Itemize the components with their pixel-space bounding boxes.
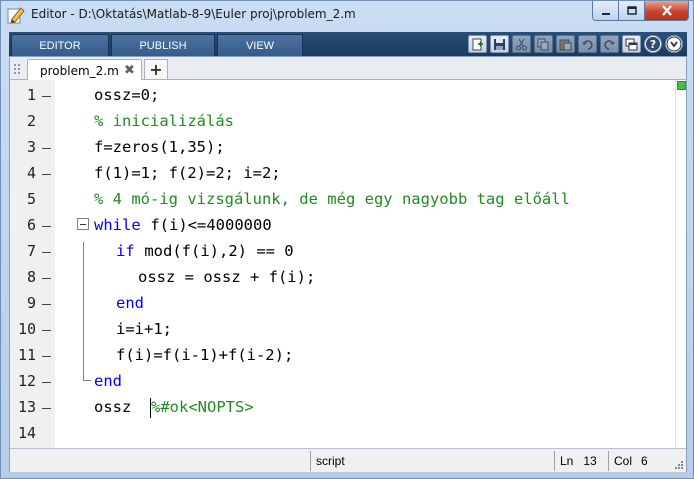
- code-line-11[interactable]: f(i)=f(i-1)+f(i-2);: [10, 342, 675, 368]
- help-icon: ?: [646, 37, 660, 51]
- code-text: f(1)=1; f(2)=2; i=2;: [94, 164, 281, 182]
- code-line-7[interactable]: if mod(f(i),2) == 0: [10, 238, 675, 264]
- save-button[interactable]: [490, 35, 509, 53]
- code-editor[interactable]: 1 2 3 4 5 6 7 8 9 10 11 12 13 14 ossz=0; % inicializá…: [10, 80, 675, 448]
- keyword-text: end: [94, 372, 122, 390]
- code-text: mod(f(i),2) == 0: [135, 242, 294, 260]
- code-analyzer-status-icon[interactable]: [677, 81, 686, 90]
- window-title: Editor - D:\Oktatás\Matlab-8-9\Euler pro…: [31, 7, 356, 21]
- tab-view[interactable]: VIEW: [217, 34, 303, 56]
- file-tab-problem-2[interactable]: problem_2.m ✖: [27, 59, 142, 81]
- file-type-status: script: [310, 451, 554, 471]
- status-bar: script Ln 13 Col 6: [10, 448, 686, 472]
- file-tab-label: problem_2.m: [40, 64, 119, 78]
- toolstrip-tabs: EDITOR PUBLISH VIEW ?: [9, 32, 687, 56]
- copy-button[interactable]: [534, 35, 553, 53]
- column-label: Col: [614, 454, 633, 468]
- tab-publish[interactable]: PUBLISH: [111, 34, 215, 56]
- comment-text: %#ok<NOPTS>: [151, 398, 254, 416]
- pencil-edit-icon: [7, 7, 25, 24]
- close-icon: [661, 5, 672, 16]
- close-tab-icon[interactable]: ✖: [124, 63, 135, 78]
- switch-windows-icon: [625, 38, 638, 50]
- code-line-2[interactable]: % inicializálás: [10, 108, 675, 134]
- cut-icon: [516, 38, 527, 50]
- cut-button[interactable]: [512, 35, 531, 53]
- quick-access-toolbar: ?: [468, 35, 683, 53]
- code-line-3[interactable]: f=zeros(1,35);: [10, 134, 675, 160]
- undo-icon: [582, 39, 593, 50]
- code-line-1[interactable]: ossz=0;: [10, 82, 675, 108]
- redo-button[interactable]: [600, 35, 619, 53]
- close-window-button[interactable]: [645, 1, 689, 21]
- new-file-button[interactable]: [468, 35, 487, 53]
- code-line-14[interactable]: [10, 420, 675, 446]
- column-status: Col 6: [608, 451, 672, 471]
- code-text: ossz = ossz + f(i);: [138, 268, 316, 286]
- line-status: Ln 13: [554, 451, 608, 471]
- code-text: i=i+1;: [116, 320, 172, 338]
- redo-icon: [604, 39, 615, 50]
- help-button[interactable]: ?: [644, 35, 662, 53]
- comment-text: % 4 mó-ig vizsgálunk, de még egy nagyobb…: [94, 190, 570, 208]
- expand-toolstrip-button[interactable]: [665, 35, 683, 53]
- code-line-8[interactable]: ossz = ossz + f(i);: [10, 264, 675, 290]
- undo-button[interactable]: [578, 35, 597, 53]
- paste-button[interactable]: [556, 35, 575, 53]
- resize-grip-icon[interactable]: [674, 460, 684, 470]
- copy-icon: [537, 38, 549, 50]
- code-line-12[interactable]: end: [10, 368, 675, 394]
- column-value: 6: [641, 454, 648, 468]
- add-tab-button[interactable]: +: [144, 59, 168, 79]
- code-text: f(i)<=4000000: [141, 216, 272, 234]
- minimize-button[interactable]: [592, 1, 619, 21]
- title-bar[interactable]: Editor - D:\Oktatás\Matlab-8-9\Euler pro…: [1, 1, 693, 29]
- maximize-icon: [626, 5, 637, 15]
- grip-icon: [14, 64, 20, 74]
- new-file-icon: [472, 38, 483, 50]
- expand-icon: [666, 36, 682, 52]
- keyword-text: if: [116, 242, 135, 260]
- window-controls: [592, 1, 689, 21]
- line-value: 13: [583, 454, 597, 468]
- maximize-button[interactable]: [619, 1, 645, 21]
- switch-windows-button[interactable]: [622, 35, 641, 53]
- code-line-4[interactable]: f(1)=1; f(2)=2; i=2;: [10, 160, 675, 186]
- line-label: Ln: [560, 454, 574, 468]
- tab-editor[interactable]: EDITOR: [11, 34, 109, 56]
- keyword-text: while: [94, 216, 141, 234]
- code-line-13[interactable]: ossz %#ok<NOPTS>: [10, 394, 675, 420]
- save-icon: [494, 38, 505, 50]
- code-line-10[interactable]: i=i+1;: [10, 316, 675, 342]
- code-text: ossz=0;: [94, 86, 160, 104]
- code-text: ossz: [94, 398, 141, 416]
- file-tab-bar: problem_2.m ✖ +: [10, 57, 686, 81]
- paste-icon: [559, 39, 572, 50]
- svg-text:?: ?: [650, 38, 656, 51]
- editor-panel: problem_2.m ✖ + 1 2 3 4 5 6 7 8 9 10 11 12 13 14 ossz…: [9, 56, 687, 472]
- vertical-scrollbar[interactable]: [675, 80, 686, 448]
- comment-text: % inicializálás: [94, 112, 234, 130]
- code-line-5[interactable]: % 4 mó-ig vizsgálunk, de még egy nagyobb…: [10, 186, 675, 212]
- code-line-9[interactable]: end: [10, 290, 675, 316]
- editor-window: Editor - D:\Oktatás\Matlab-8-9\Euler pro…: [0, 0, 694, 479]
- code-text: f(i)=f(i-1)+f(i-2);: [116, 346, 294, 364]
- fold-toggle-icon[interactable]: [77, 218, 89, 230]
- keyword-text: end: [116, 294, 144, 312]
- code-line-6[interactable]: while f(i)<=4000000: [10, 212, 675, 238]
- minimize-icon: [601, 12, 610, 15]
- code-text: f=zeros(1,35);: [94, 138, 225, 156]
